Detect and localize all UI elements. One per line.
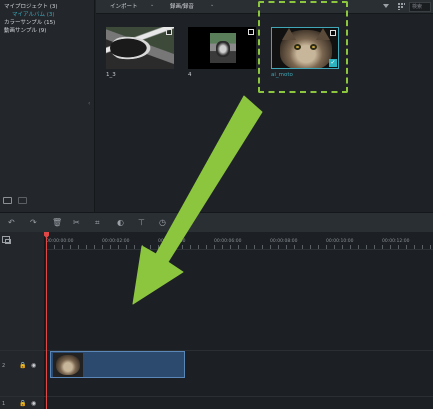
grid-view-icon[interactable] xyxy=(398,3,405,10)
timeline: 00:00:00:00 00:00:02:00 00:00:04:00 00:0… xyxy=(0,232,433,409)
video-thumbnail xyxy=(106,27,174,69)
video-badge-icon xyxy=(248,29,254,35)
ruler-label: 00:00:08:00 xyxy=(270,239,298,244)
lock-icon[interactable]: 🔒 xyxy=(19,401,26,407)
crop-icon[interactable]: ⌗ xyxy=(95,218,100,228)
library-sidebar: マイプロジェクト (3) マイアルバム (3) カラーサンプル (15) 動画サ… xyxy=(0,0,95,212)
media-highlight-box xyxy=(258,1,348,93)
track-label: 2 xyxy=(2,363,6,369)
sidebar-item-color-samples[interactable]: カラーサンプル (15) xyxy=(4,18,55,26)
video-badge-icon xyxy=(166,29,172,35)
ruler-ticks xyxy=(46,245,433,249)
track-row-1: 1 🔒 ◉ xyxy=(0,396,433,409)
media-item-label: 4 xyxy=(188,72,192,78)
time-ruler[interactable]: 00:00:00:00 00:00:02:00 00:00:04:00 00:0… xyxy=(46,232,433,250)
ruler-label: 00:00:06:00 xyxy=(214,239,242,244)
color-icon[interactable]: ◐ xyxy=(117,218,124,228)
ruler-label: 00:00:10:00 xyxy=(326,239,354,244)
search-input[interactable]: 検索 xyxy=(409,2,431,12)
lock-icon[interactable]: 🔒 xyxy=(19,363,26,369)
eye-icon[interactable]: ◉ xyxy=(31,401,36,407)
chevron-left-icon[interactable]: ‹ xyxy=(88,100,90,107)
edit-toolbar: ↶ ↷ 🗑 ✂ ⌗ ◐ ⊤ ◷ xyxy=(0,212,433,232)
media-item-label: 1_3 xyxy=(106,72,116,78)
chevron-down-icon[interactable]: ⌄ xyxy=(210,2,214,8)
sidebar-item-video-samples[interactable]: 動画サンプル (9) xyxy=(4,26,46,34)
delete-icon[interactable]: 🗑 xyxy=(52,218,62,228)
clip-thumbnail xyxy=(53,353,83,377)
import-dropdown[interactable]: インポート xyxy=(110,2,138,10)
split-icon[interactable]: ⊤ xyxy=(138,218,145,228)
chevron-down-icon[interactable]: ⌄ xyxy=(150,2,154,8)
track-label: 1 xyxy=(2,401,6,407)
eye-icon[interactable]: ◉ xyxy=(31,363,36,369)
filter-icon[interactable] xyxy=(383,4,389,8)
timeline-clip-ai-moto[interactable] xyxy=(50,351,185,378)
video-thumbnail xyxy=(188,27,256,69)
ruler-label: 00:00:04:00 xyxy=(158,239,186,244)
redo-icon[interactable]: ↷ xyxy=(30,218,37,228)
folder-icon[interactable] xyxy=(18,197,27,204)
folder-add-icon[interactable] xyxy=(3,197,12,204)
timeline-layout-icon[interactable] xyxy=(2,236,11,244)
sidebar-item-my-album[interactable]: マイアルバム (3) xyxy=(12,10,55,18)
undo-icon[interactable]: ↶ xyxy=(8,218,15,228)
track-headers xyxy=(0,232,45,409)
sidebar-item-my-project[interactable]: マイプロジェクト (3) xyxy=(4,2,58,10)
media-item-1_3[interactable] xyxy=(106,27,174,69)
media-item-4[interactable] xyxy=(188,27,256,69)
ruler-label: 00:00:12:00 xyxy=(382,239,410,244)
ruler-label: 00:00:02:00 xyxy=(102,239,130,244)
playhead-line xyxy=(46,232,47,409)
ruler-label: 00:00:00:00 xyxy=(46,239,74,244)
speed-icon[interactable]: ◷ xyxy=(159,218,166,228)
record-dropdown[interactable]: 録画/録音 xyxy=(170,2,194,10)
cut-icon[interactable]: ✂ xyxy=(73,218,80,228)
